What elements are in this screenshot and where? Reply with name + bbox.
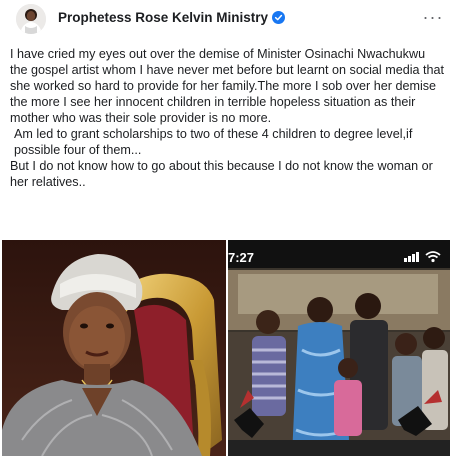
post-photo-portrait[interactable] [2,240,226,456]
signal-wifi-icon [404,251,441,263]
post-header: Prophetess Rose Kelvin Ministry ··· [8,4,448,34]
post-photo-family[interactable]: 7:27 [228,240,450,456]
post-text: I have cried my eyes out over the demise… [10,46,446,190]
facebook-post: Prophetess Rose Kelvin Ministry ··· I ha… [0,0,453,460]
more-options-icon[interactable]: ··· [420,6,446,28]
post-paragraph-1: I have cried my eyes out over the demise… [10,47,448,125]
post-paragraph-3: But I do not know how to go about this b… [10,159,437,189]
author-name[interactable]: Prophetess Rose Kelvin Ministry [58,10,286,25]
status-bar-time: 7:27 [228,250,255,265]
author-avatar[interactable] [16,4,46,34]
author-name-text[interactable]: Prophetess Rose Kelvin Ministry [58,10,268,25]
post-paragraph-2: Am led to grant scholarships to two of t… [14,127,416,157]
verified-badge-icon [272,11,286,24]
